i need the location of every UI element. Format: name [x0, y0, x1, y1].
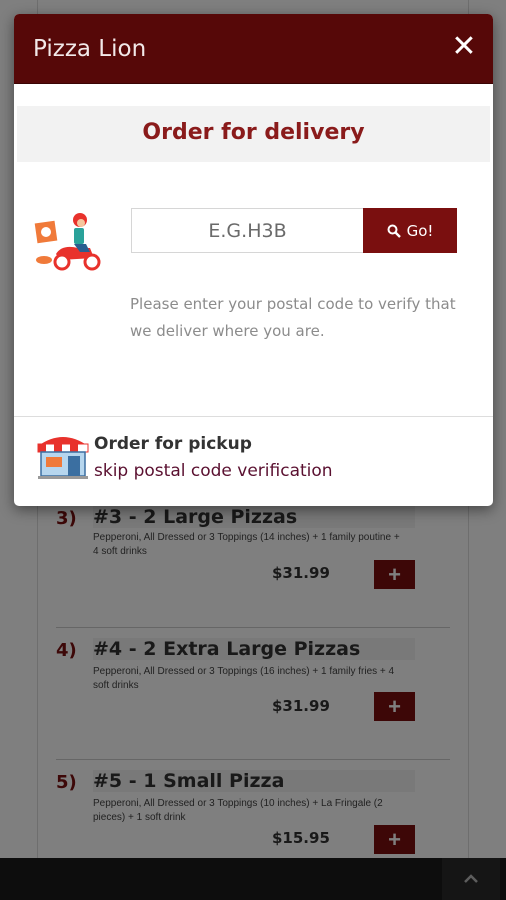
modal-title: Pizza Lion: [33, 36, 147, 62]
go-button[interactable]: Go!: [363, 208, 457, 253]
skip-verification-link[interactable]: skip postal code verification: [94, 461, 333, 481]
go-button-label: Go!: [406, 221, 434, 240]
delivery-heading-strip: Order for delivery: [17, 106, 490, 162]
pickup-divider: [14, 416, 493, 417]
close-icon[interactable]: ✕: [451, 32, 477, 62]
delivery-modal: Pizza Lion ✕ Order for delivery Go! Plea…: [14, 14, 493, 506]
store-icon: [37, 437, 89, 479]
postal-code-input[interactable]: [131, 208, 364, 253]
modal-header: Pizza Lion ✕: [14, 14, 493, 84]
delivery-heading: Order for delivery: [142, 120, 365, 145]
search-icon: [387, 224, 401, 238]
delivery-scooter-icon: [34, 213, 101, 271]
pickup-title[interactable]: Order for pickup: [94, 434, 252, 454]
postal-code-hint: Please enter your postal code to verify …: [130, 295, 456, 340]
